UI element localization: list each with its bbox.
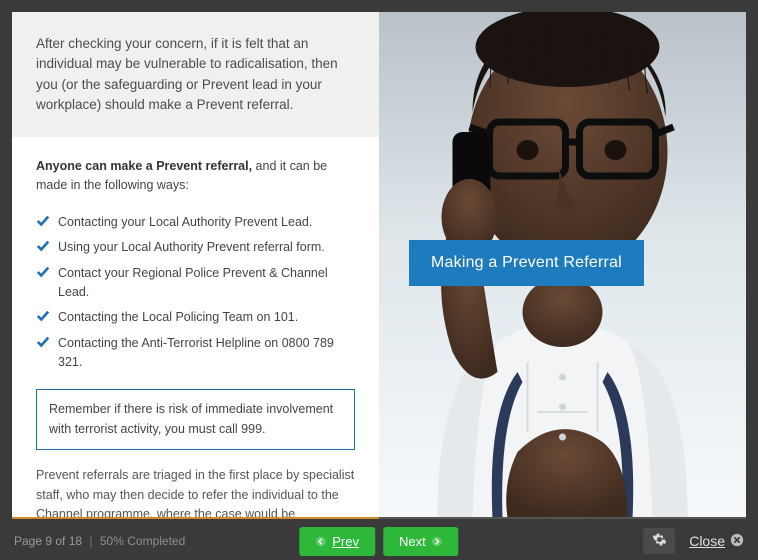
next-button-label: Next (399, 534, 426, 549)
check-icon (36, 335, 50, 349)
gear-icon (652, 532, 667, 550)
check-icon (36, 309, 50, 323)
completed-label: 50% Completed (100, 534, 185, 548)
list-item: Using your Local Authority Prevent refer… (36, 235, 355, 260)
right-controls: Close (643, 528, 744, 554)
close-icon (730, 533, 744, 550)
close-button[interactable]: Close (689, 533, 744, 550)
slide-title-banner: Making a Prevent Referral (409, 240, 644, 286)
prev-button-label: Prev (332, 534, 359, 549)
list-item: Contacting the Anti-Terrorist Helpline o… (36, 331, 355, 376)
list-item: Contact your Regional Police Prevent & C… (36, 261, 355, 306)
prev-button[interactable]: Prev (299, 527, 375, 556)
next-button[interactable]: Next (383, 527, 459, 556)
check-icon (36, 214, 50, 228)
chevron-left-icon (315, 536, 326, 547)
list-item-text: Contacting your Local Authority Prevent … (58, 215, 312, 229)
footer-bar: Page 9 of 18 | 50% Completed Prev Next (0, 522, 758, 560)
right-image-panel: Making a Prevent Referral (379, 12, 746, 518)
triage-paragraph: Prevent referrals are triaged in the fir… (36, 466, 355, 518)
lead-paragraph: Anyone can make a Prevent referral, and … (36, 157, 355, 196)
list-item: Contacting your Local Authority Prevent … (36, 210, 355, 235)
content-area: After checking your concern, if it is fe… (12, 12, 746, 518)
nav-buttons: Prev Next (299, 527, 458, 556)
page-label: Page 9 of 18 (14, 534, 82, 548)
list-item: Contacting the Local Policing Team on 10… (36, 305, 355, 330)
body-content: Anyone can make a Prevent referral, and … (12, 137, 379, 518)
check-icon (36, 239, 50, 253)
slide-container: After checking your concern, if it is fe… (0, 0, 758, 560)
page-indicator: Page 9 of 18 | 50% Completed (14, 534, 185, 548)
intro-paragraph: After checking your concern, if it is fe… (12, 12, 379, 137)
list-item-text: Contacting the Anti-Terrorist Helpline o… (58, 336, 334, 369)
check-icon (36, 265, 50, 279)
referral-methods-list: Contacting your Local Authority Prevent … (36, 210, 355, 376)
emergency-callout: Remember if there is risk of immediate i… (36, 389, 355, 450)
close-label: Close (689, 533, 725, 549)
divider: | (89, 534, 92, 548)
settings-button[interactable] (643, 528, 675, 554)
lead-strong: Anyone can make a Prevent referral, (36, 159, 252, 173)
progress-track (12, 517, 746, 519)
left-text-panel: After checking your concern, if it is fe… (12, 12, 379, 518)
list-item-text: Using your Local Authority Prevent refer… (58, 240, 325, 254)
progress-fill (12, 517, 379, 519)
list-item-text: Contact your Regional Police Prevent & C… (58, 266, 328, 299)
list-item-text: Contacting the Local Policing Team on 10… (58, 310, 298, 324)
chevron-right-icon (432, 536, 443, 547)
